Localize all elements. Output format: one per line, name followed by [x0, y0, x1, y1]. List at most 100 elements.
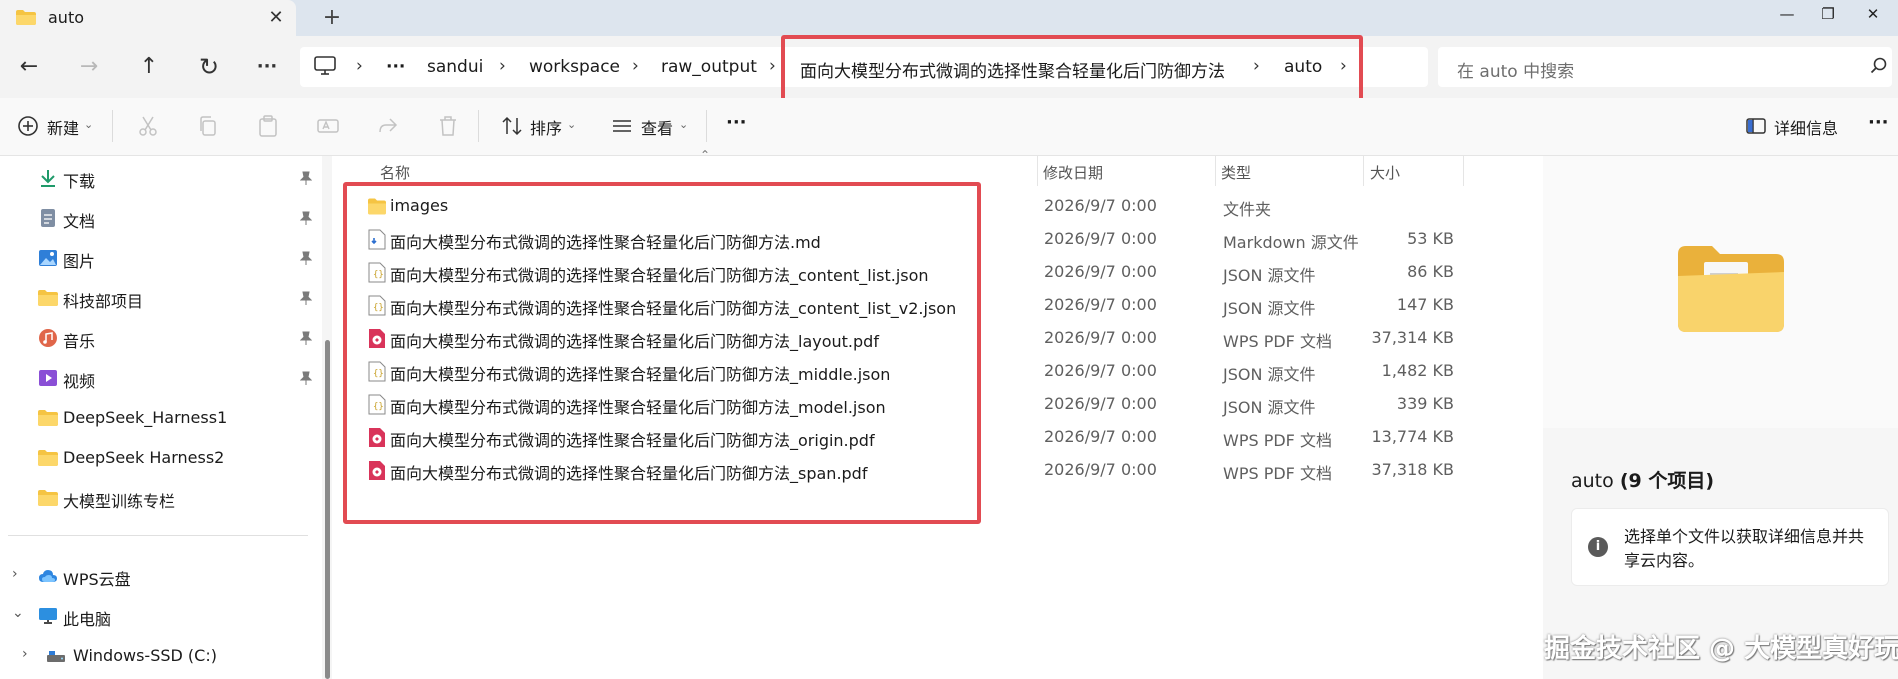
column-header-name[interactable]: 名称	[380, 162, 410, 183]
folder-icon	[38, 450, 58, 466]
sidebar-item-label: DeepSeek_Harness1	[63, 408, 228, 427]
sidebar-item-videos[interactable]: 视频	[0, 360, 316, 396]
breadcrumb-item[interactable]: sandui	[427, 57, 483, 77]
breadcrumb-item[interactable]: workspace	[529, 57, 620, 77]
chevron-down-icon[interactable]: ⌄	[12, 605, 24, 621]
chevron-down-icon[interactable]: ⌄	[679, 118, 688, 131]
sidebar-item-tech-project[interactable]: 科技部项目	[0, 280, 316, 316]
column-divider[interactable]	[1463, 156, 1464, 186]
share-icon[interactable]	[376, 114, 400, 138]
new-button[interactable]: 新建	[47, 115, 79, 139]
column-header-size[interactable]: 大小	[1370, 162, 1400, 183]
file-size: 13,774 KB	[1371, 427, 1454, 446]
forward-button[interactable]: →	[72, 50, 106, 84]
column-divider[interactable]	[1037, 156, 1038, 186]
file-size: 53 KB	[1407, 229, 1454, 248]
file-type: WPS PDF 文档	[1223, 332, 1332, 351]
chevron-right-icon[interactable]: ›	[22, 646, 28, 662]
breadcrumb-more[interactable]: ···	[386, 57, 405, 77]
chevron-right-icon[interactable]: ›	[499, 56, 506, 76]
folder-icon	[16, 10, 36, 25]
pin-icon[interactable]	[300, 251, 312, 265]
pin-icon[interactable]	[300, 211, 312, 225]
column-header-type[interactable]: 类型	[1221, 162, 1251, 183]
tab-auto[interactable]: auto ✕	[0, 0, 296, 36]
folder-icon	[38, 290, 58, 306]
view-button[interactable]: 查看	[641, 115, 673, 139]
details-button[interactable]: 详细信息	[1774, 115, 1838, 139]
up-button[interactable]: ↑	[132, 50, 166, 84]
details-more-button[interactable]: ···	[1868, 112, 1889, 133]
chevron-down-icon[interactable]: ⌄	[567, 118, 576, 131]
view-icon[interactable]	[610, 114, 634, 138]
column-divider[interactable]	[1363, 156, 1364, 186]
sidebar-item-deepseek-harness2[interactable]: DeepSeek Harness2	[0, 440, 316, 476]
search-icon[interactable]	[1870, 57, 1888, 75]
maximize-button[interactable]: ❐	[1803, 0, 1853, 30]
sidebar-item-label: 此电脑	[63, 610, 112, 629]
info-icon: i	[1588, 537, 1608, 557]
file-size: 86 KB	[1407, 262, 1454, 281]
see-more-button[interactable]: ···	[726, 112, 747, 133]
paste-icon[interactable]	[256, 114, 280, 138]
new-icon[interactable]	[16, 114, 40, 138]
sidebar-item-this-pc[interactable]: ⌄ 此电脑	[0, 598, 316, 634]
chevron-right-icon[interactable]: ›	[632, 56, 639, 76]
file-type: WPS PDF 文档	[1223, 431, 1332, 450]
sidebar-item-documents[interactable]: 文档	[0, 200, 316, 236]
breadcrumb-item[interactable]: raw_output	[661, 57, 757, 77]
file-type: WPS PDF 文档	[1223, 464, 1332, 483]
sidebar-item-label: Windows-SSD (C:)	[73, 646, 217, 665]
tab-close-icon[interactable]: ✕	[264, 6, 288, 30]
sidebar-item-label: DeepSeek Harness2	[63, 448, 225, 467]
pin-icon[interactable]	[300, 371, 312, 385]
refresh-button[interactable]: ↻	[192, 50, 226, 84]
file-date: 2026/9/7 0:00	[1044, 361, 1157, 380]
column-header-date[interactable]: 修改日期	[1043, 162, 1103, 183]
folder-preview-icon	[1678, 246, 1784, 332]
pin-icon[interactable]	[300, 331, 312, 345]
sidebar-item-label: 大模型训练专栏	[63, 492, 176, 511]
sidebar-item-pictures[interactable]: 图片	[0, 240, 316, 276]
sidebar-item-wps-cloud[interactable]: › WPS云盘	[0, 558, 316, 594]
chevron-down-icon[interactable]: ⌄	[84, 118, 93, 131]
pin-icon[interactable]	[300, 291, 312, 305]
sidebar-item-drive-c[interactable]: › Windows-SSD (C:)	[0, 638, 316, 674]
chevron-right-icon[interactable]: ›	[356, 56, 363, 76]
computer-icon[interactable]	[314, 56, 336, 76]
sidebar-item-deepseek-harness1[interactable]: DeepSeek_Harness1	[0, 400, 316, 436]
chevron-right-icon[interactable]: ›	[769, 56, 776, 76]
copy-icon[interactable]	[196, 114, 220, 138]
file-type: JSON 源文件	[1223, 266, 1316, 285]
sidebar-item-label: 视频	[63, 372, 96, 391]
file-size: 147 KB	[1396, 295, 1454, 314]
download-icon	[41, 170, 55, 187]
sort-icon[interactable]	[500, 114, 524, 138]
sidebar-item-downloads[interactable]: 下载	[0, 160, 316, 196]
details-pane-icon[interactable]	[1744, 114, 1768, 138]
sidebar-item-llm-training[interactable]: 大模型训练专栏	[0, 480, 316, 516]
filelist-highlight-box	[343, 182, 981, 524]
details-folder-name: auto	[1571, 470, 1614, 492]
back-button[interactable]: ←	[12, 50, 46, 84]
folder-icon	[38, 490, 58, 506]
new-tab-button[interactable]: +	[318, 4, 346, 32]
rename-icon[interactable]	[316, 114, 340, 138]
sort-button[interactable]: 排序	[530, 115, 562, 139]
delete-icon[interactable]	[436, 114, 460, 138]
more-options-button[interactable]: ···	[250, 50, 284, 84]
details-title: auto (9 个项目)	[1571, 466, 1714, 493]
details-item-count: (9 个项目)	[1619, 470, 1715, 492]
cut-icon[interactable]	[136, 114, 160, 138]
column-divider[interactable]	[1215, 156, 1216, 186]
chevron-right-icon[interactable]: ›	[12, 566, 18, 582]
sidebar-scroll-thumb[interactable]	[325, 340, 330, 679]
drive-icon	[47, 651, 65, 662]
file-date: 2026/9/7 0:00	[1044, 196, 1157, 215]
sidebar-item-label: 文档	[63, 212, 96, 231]
sidebar-item-music[interactable]: 音乐	[0, 320, 316, 356]
pin-icon[interactable]	[300, 171, 312, 185]
window-close-button[interactable]: ✕	[1848, 0, 1898, 30]
file-date: 2026/9/7 0:00	[1044, 460, 1157, 479]
document-icon	[41, 209, 55, 227]
